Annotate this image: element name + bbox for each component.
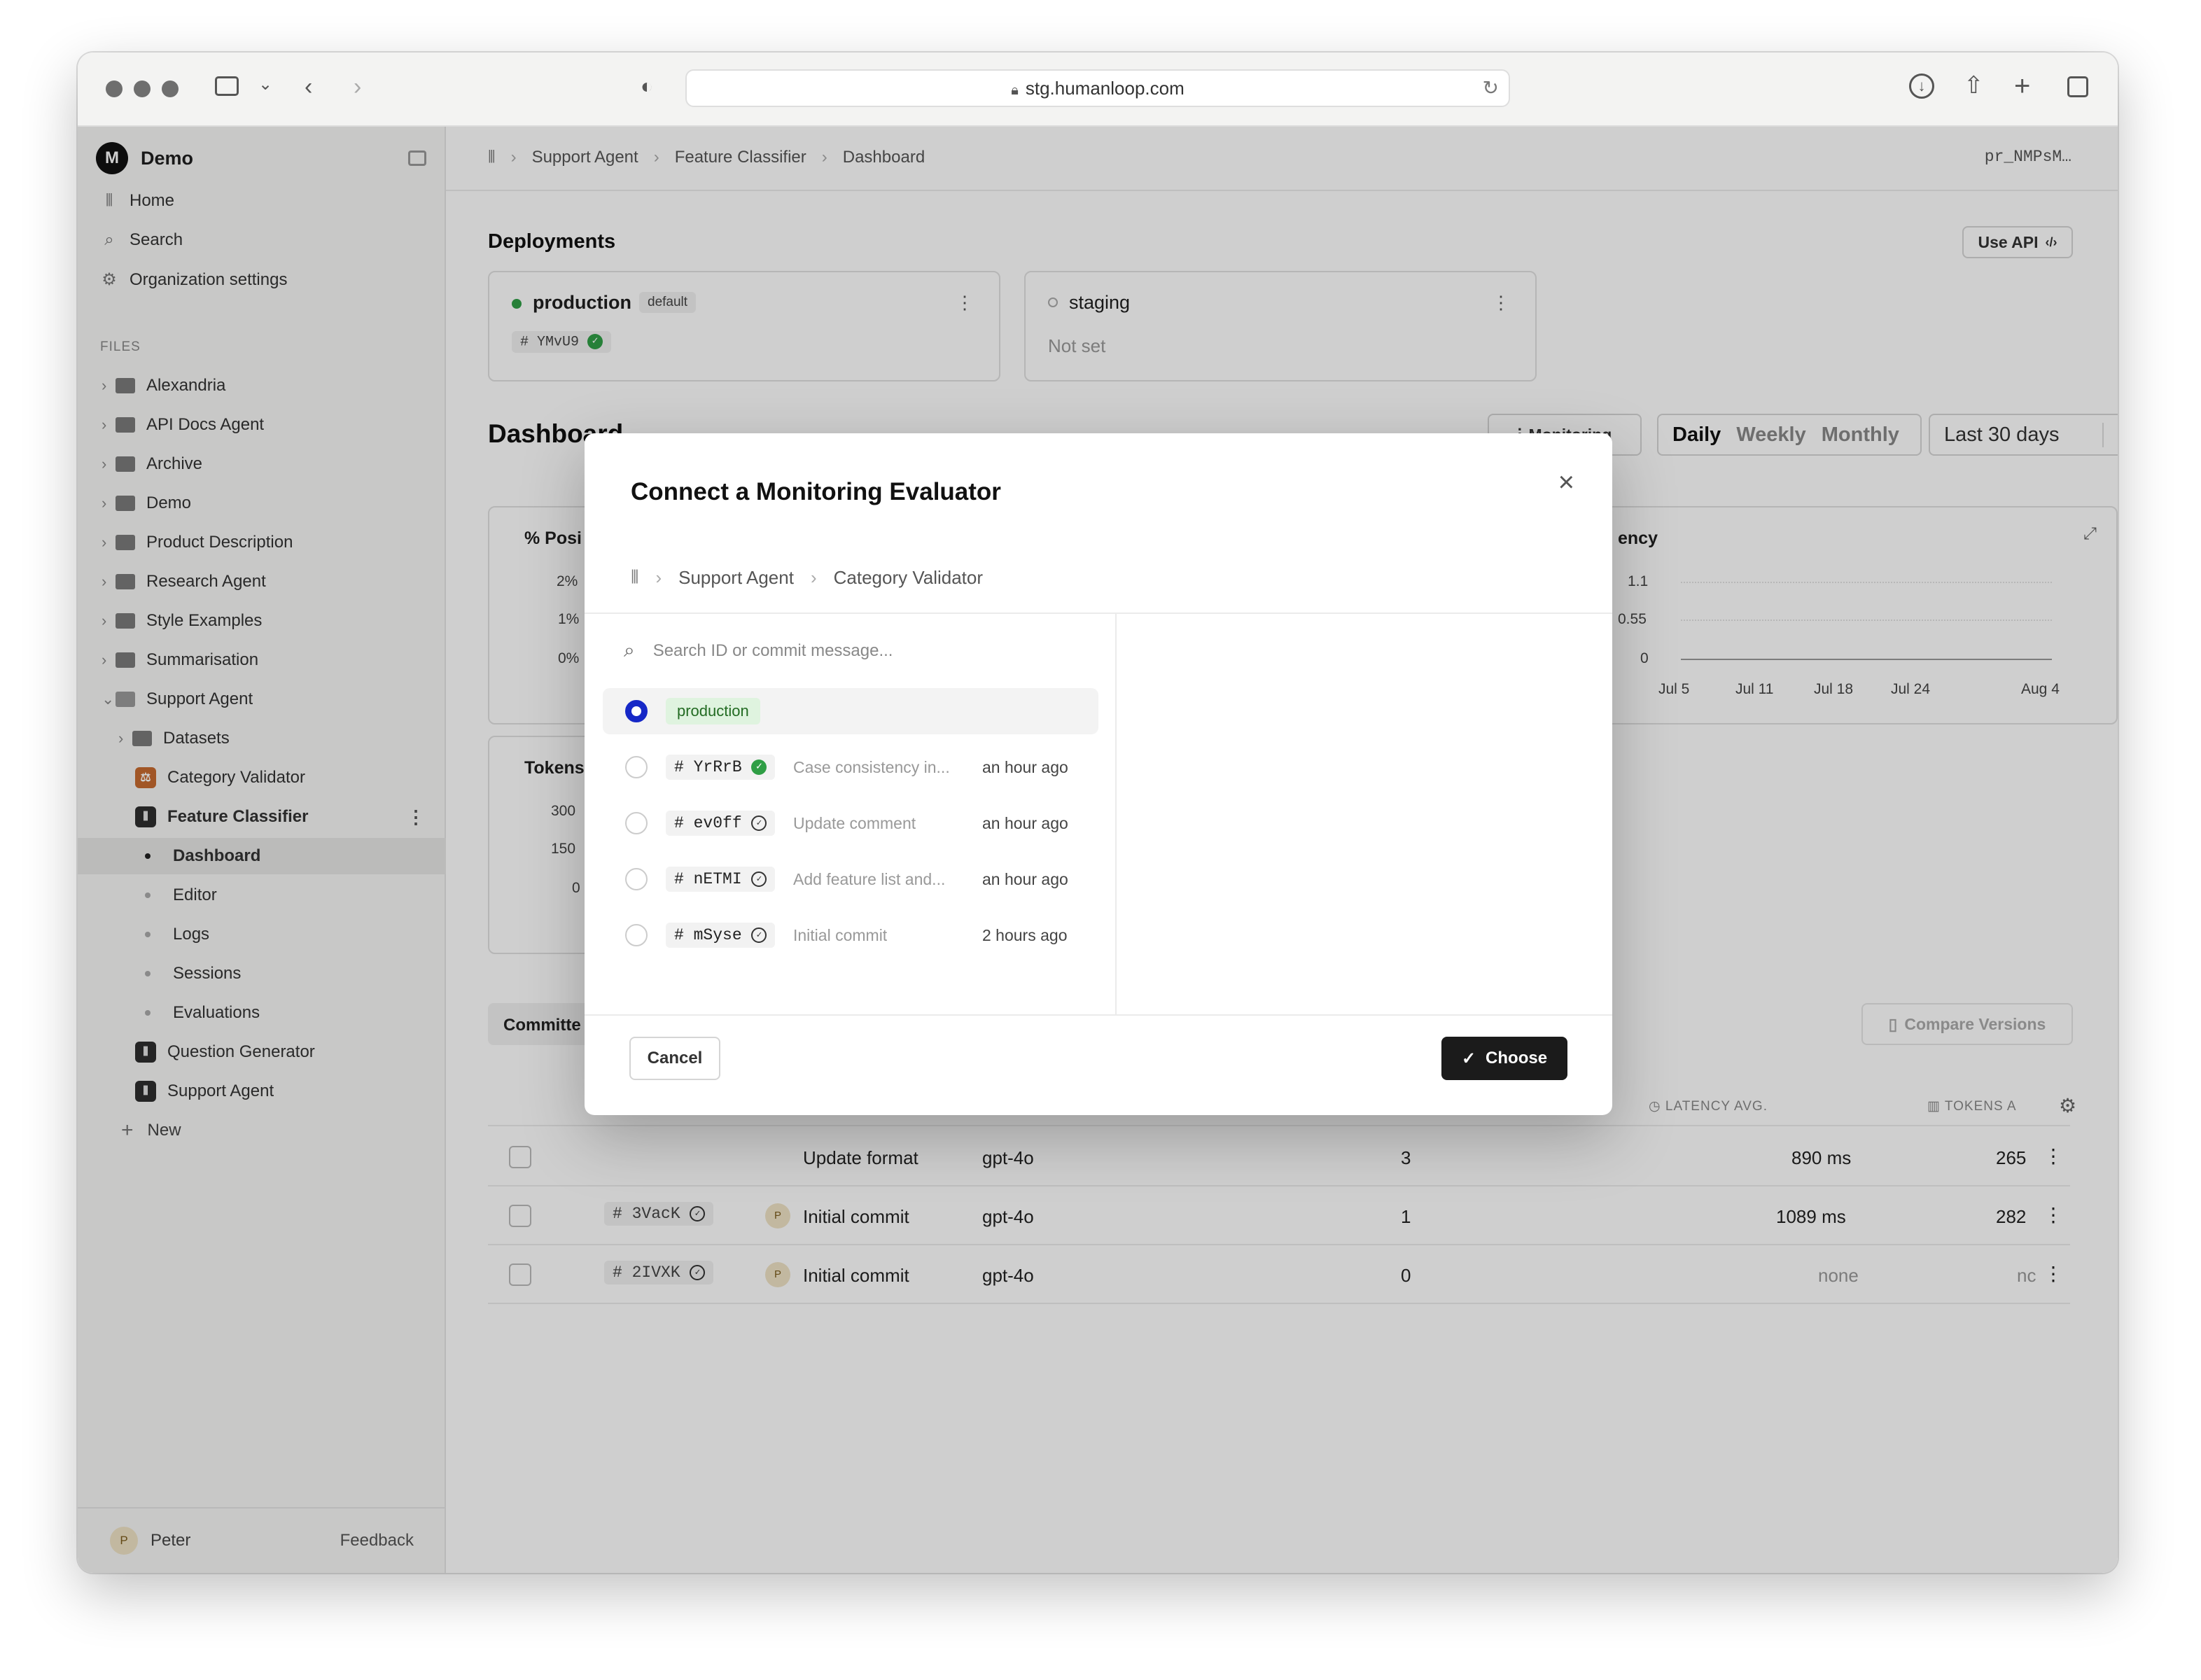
check-icon: ✓	[751, 927, 767, 943]
divider	[1115, 614, 1117, 1014]
radio[interactable]	[625, 812, 648, 834]
connect-evaluator-dialog: Connect a Monitoring Evaluator × ⦀ › Supp…	[585, 433, 1612, 1115]
forward-icon[interactable]: ›	[354, 75, 361, 99]
option-version[interactable]: # nETMI ✓ Add feature list and... an hou…	[603, 856, 1098, 902]
download-icon[interactable]: ↓	[1909, 74, 1934, 99]
radio[interactable]	[625, 924, 648, 946]
divider	[585, 1014, 1612, 1016]
commit-message: Case consistency in...	[793, 757, 950, 776]
divider	[585, 612, 1612, 614]
share-icon[interactable]: ⇧	[1964, 74, 1984, 97]
commit-message: Update comment	[793, 813, 916, 832]
option-version[interactable]: # ev0ff ✓ Update comment an hour ago	[603, 800, 1098, 846]
check-icon: ✓	[751, 759, 767, 775]
check-icon: ✓	[1461, 1049, 1476, 1068]
timestamp: an hour ago	[982, 757, 1068, 776]
check-icon: ✓	[751, 815, 767, 831]
new-tab-icon[interactable]: +	[2014, 72, 2030, 100]
zoom-window-button[interactable]	[162, 80, 179, 97]
timestamp: an hour ago	[982, 869, 1068, 888]
choose-button[interactable]: ✓ Choose	[1441, 1037, 1567, 1080]
cancel-button[interactable]: Cancel	[629, 1037, 720, 1080]
option-production[interactable]: production	[603, 688, 1098, 734]
environment-tag: production	[666, 698, 760, 724]
check-icon: ✓	[751, 871, 767, 887]
chevron-down-icon[interactable]: ⌄	[258, 76, 272, 93]
close-window-button[interactable]	[106, 80, 123, 97]
version-id: nETMI	[693, 870, 742, 888]
choose-label: Choose	[1486, 1049, 1548, 1068]
timestamp: an hour ago	[982, 813, 1068, 832]
minimize-window-button[interactable]	[134, 80, 151, 97]
commit-message: Initial commit	[793, 925, 888, 944]
commit-message: Add feature list and...	[793, 869, 946, 888]
version-id: YrRrB	[693, 758, 742, 776]
version-tag: # ev0ff ✓	[666, 811, 776, 836]
close-icon[interactable]: ×	[1558, 467, 1574, 498]
sidebar-toggle-icon[interactable]	[215, 76, 239, 96]
dialog-title: Connect a Monitoring Evaluator	[631, 478, 1001, 505]
browser-toolbar: ⌄ ‹ › ◐ 🔒︎ stg.humanloop.com ↻ ↓ ⇧ +	[78, 52, 2118, 127]
search-placeholder: Search ID or commit message...	[652, 640, 893, 660]
radio-selected[interactable]	[625, 700, 648, 722]
radio[interactable]	[625, 868, 648, 890]
home-icon[interactable]: ⦀	[631, 566, 638, 589]
breadcrumb-item[interactable]: Support Agent	[678, 567, 794, 589]
lock-icon: 🔒︎	[1011, 83, 1019, 98]
url-text: stg.humanloop.com	[1025, 78, 1185, 99]
version-id: ev0ff	[693, 814, 742, 832]
dialog-breadcrumb: ⦀ › Support Agent › Category Validator	[631, 566, 984, 589]
back-icon[interactable]: ‹	[305, 75, 312, 99]
breadcrumb-item[interactable]: Category Validator	[834, 567, 983, 589]
search-icon: ⌕	[624, 639, 635, 661]
browser-window: ⌄ ‹ › ◐ 🔒︎ stg.humanloop.com ↻ ↓ ⇧ + M De…	[78, 52, 2118, 1573]
version-id: mSyse	[693, 926, 742, 944]
address-bar[interactable]: 🔒︎ stg.humanloop.com ↻	[685, 69, 1510, 107]
version-tag: # mSyse ✓	[666, 923, 776, 948]
tab-overview-icon[interactable]	[2067, 76, 2088, 97]
option-version[interactable]: # YrRrB ✓ Case consistency in... an hour…	[603, 744, 1098, 790]
version-tag: # YrRrB ✓	[666, 755, 776, 780]
radio[interactable]	[625, 756, 648, 778]
version-tag: # nETMI ✓	[666, 867, 776, 892]
option-version[interactable]: # mSyse ✓ Initial commit 2 hours ago	[603, 912, 1098, 958]
search-input[interactable]: ⌕ Search ID or commit message...	[624, 639, 893, 662]
shield-icon[interactable]: ◐	[641, 76, 653, 97]
timestamp: 2 hours ago	[982, 925, 1068, 944]
reload-icon[interactable]: ↻	[1483, 71, 1499, 106]
